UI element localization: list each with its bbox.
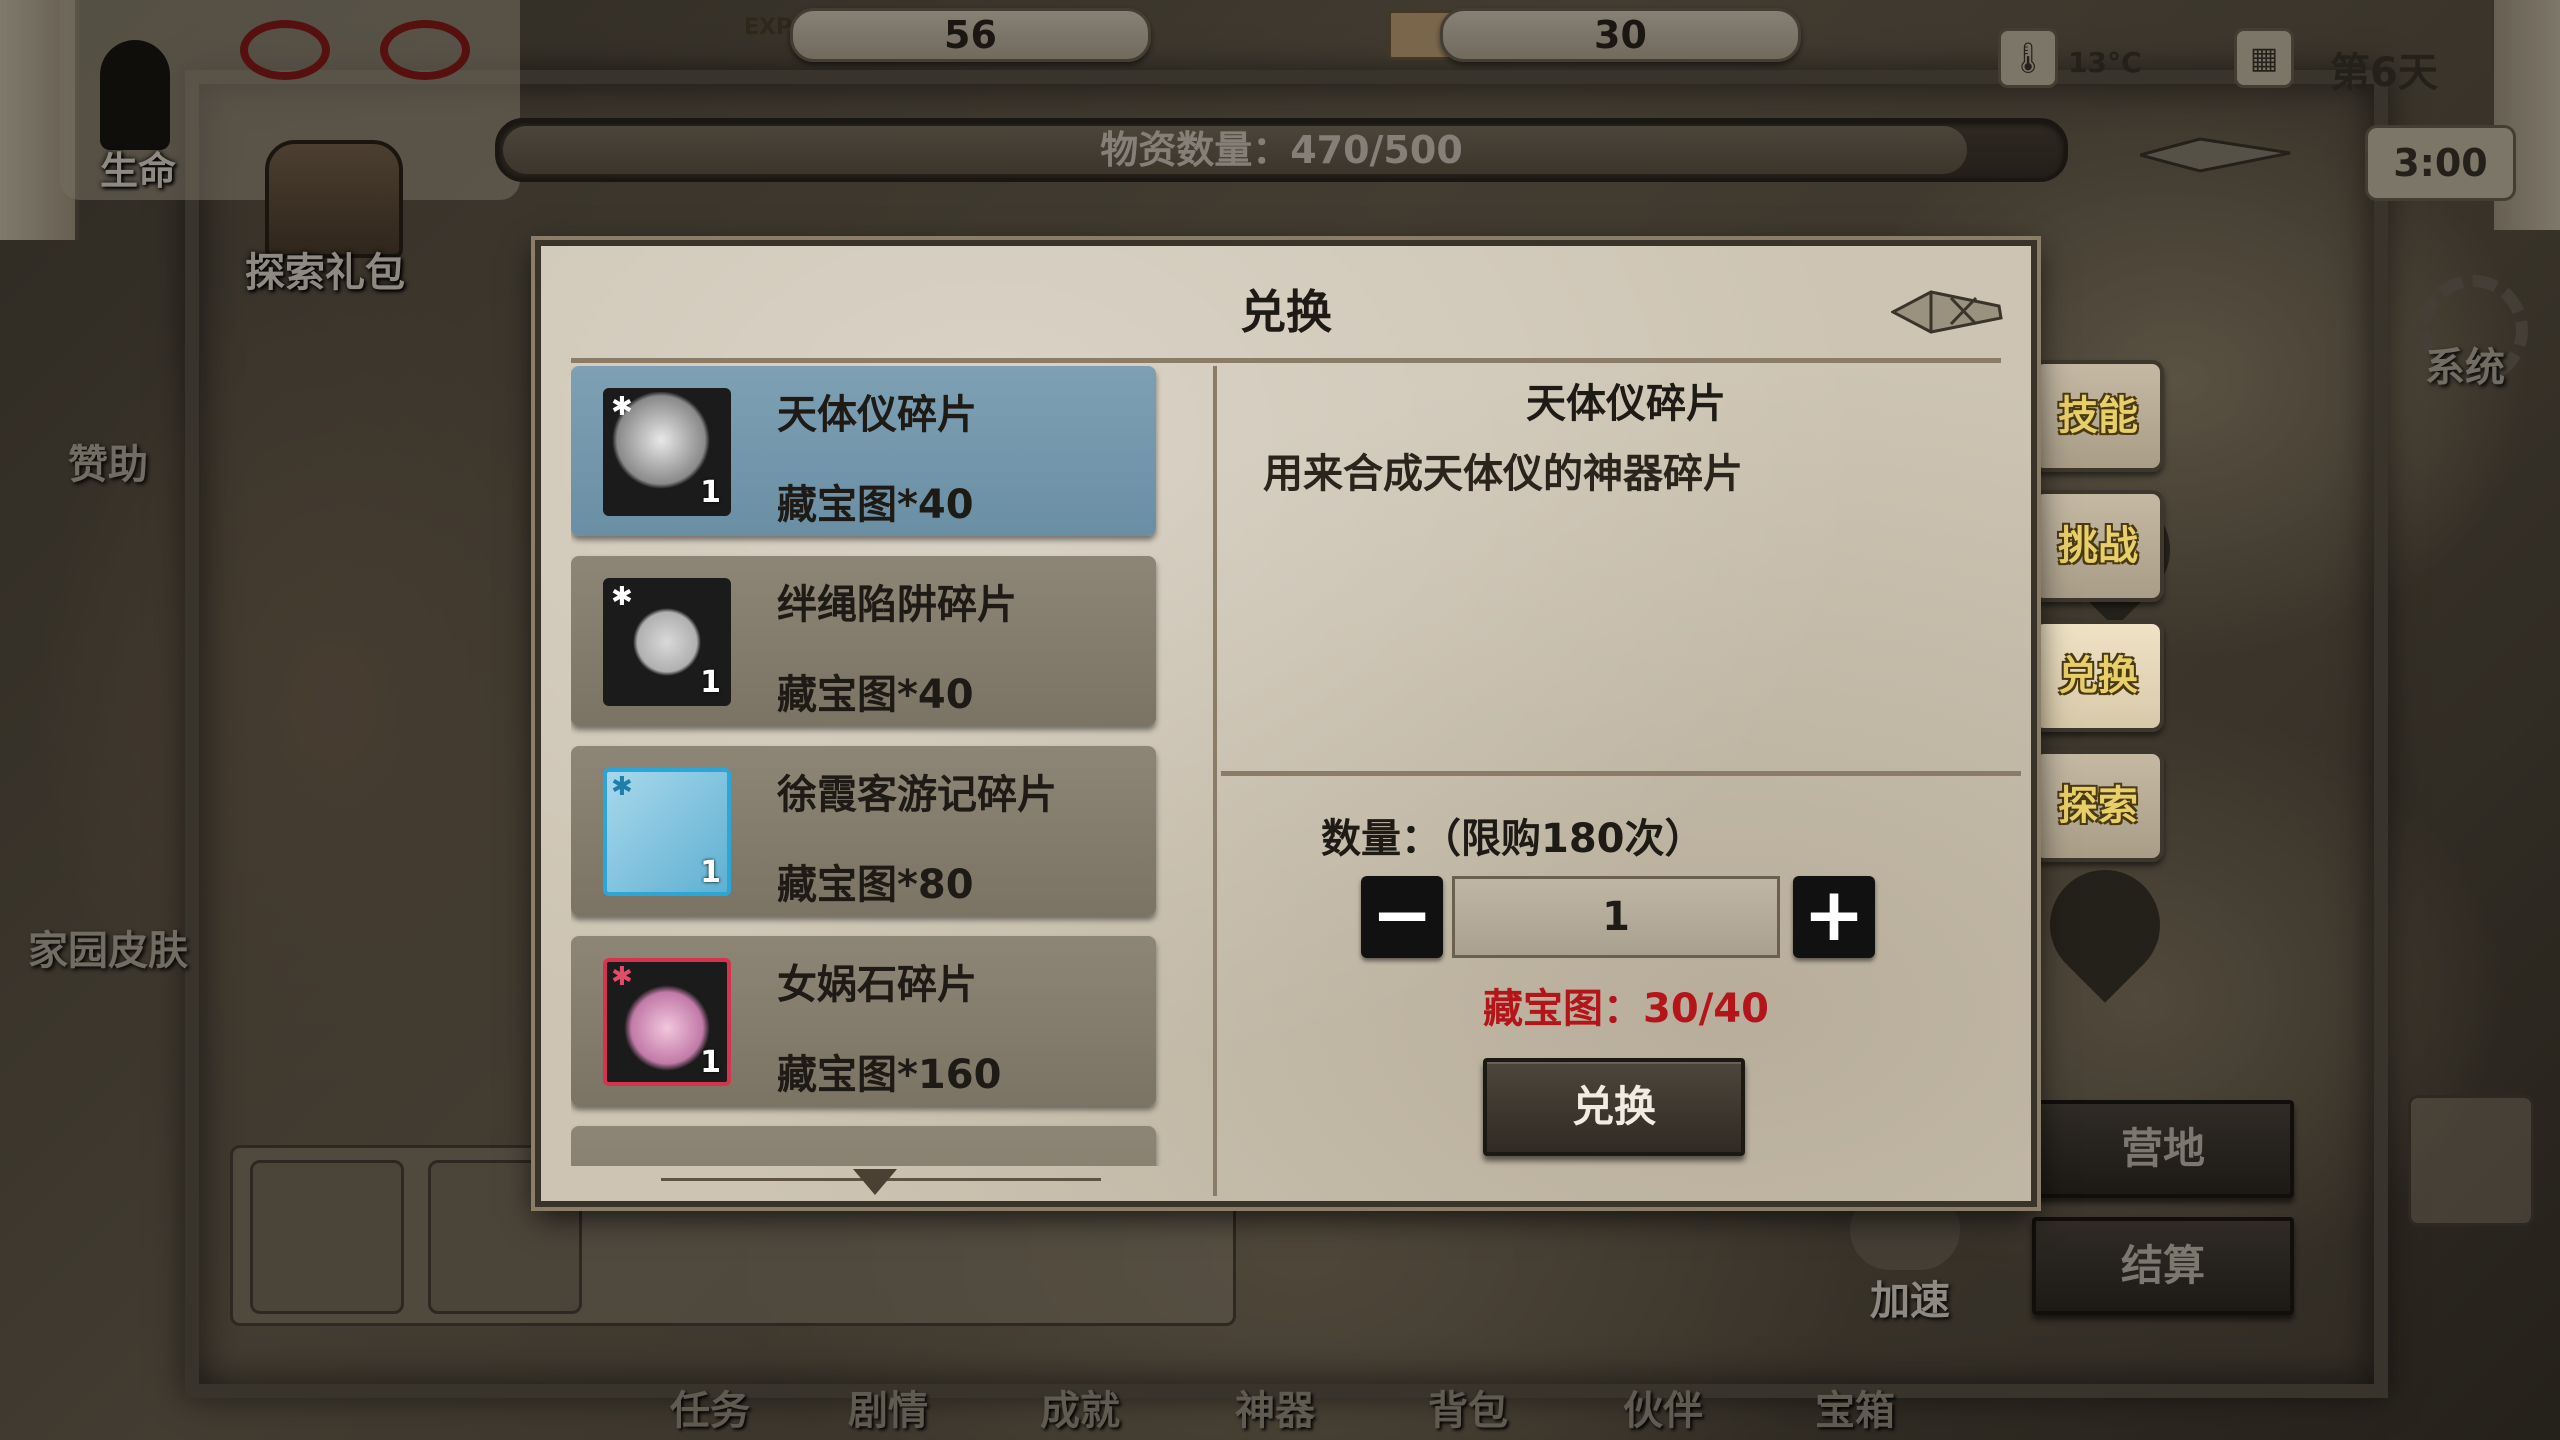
dialog-title: 兑换 [1240,285,1332,339]
tab-challenge[interactable]: 挑战 [2032,490,2164,602]
item-cost: 藏宝图*160 [777,1052,1002,1098]
minus-icon: − [1370,872,1433,958]
panel-divider [1213,366,1217,1196]
item-name: 天体仪碎片 [777,392,977,438]
tab-skills[interactable]: 技能 [2032,360,2164,472]
plus-icon: + [1802,872,1865,958]
item-qty: 1 [700,665,721,700]
list-item-rope-trap[interactable]: ✱ 1 绊绳陷阱碎片 藏宝图*40 [571,556,1156,726]
list-item-celestial-globe[interactable]: ✱ 1 天体仪碎片 藏宝图*40 [571,366,1156,536]
list-item-travel-journal[interactable]: ✱ 1 徐霞客游记碎片 藏宝图*80 [571,746,1156,916]
item-name: 徐霞客游记碎片 [777,772,1057,818]
nuwa-stone-icon: ✱ 1 [603,958,731,1086]
exchange-item-list[interactable]: ✱ 1 天体仪碎片 藏宝图*40 ✱ 1 绊绳陷阱碎片 藏宝图*40 ✱ 1 徐… [571,366,1171,1166]
item-cost: 藏宝图*40 [777,482,974,528]
title-divider [571,358,2001,363]
exchange-button[interactable]: 兑换 [1483,1058,1745,1156]
celestial-globe-icon: ✱ 1 [603,388,731,516]
rope-trap-icon: ✱ 1 [603,578,731,706]
tab-explore[interactable]: 探索 [2032,750,2164,862]
item-cost: 藏宝图*80 [777,862,974,908]
detail-divider [1221,771,2021,776]
increase-button[interactable]: + [1793,876,1875,958]
detail-item-name: 天体仪碎片 [1526,381,1726,427]
fragment-star-icon: ✱ [611,962,633,992]
item-cost: 藏宝图*40 [777,672,974,718]
cost-status: 藏宝图：30/40 [1483,986,1769,1032]
close-arrow-icon[interactable] [1889,284,2006,339]
list-item-nuwa-stone[interactable]: ✱ 1 女娲石碎片 藏宝图*160 [571,936,1156,1106]
quantity-input[interactable]: 1 [1452,876,1780,958]
item-qty: 1 [700,475,721,510]
detail-item-description: 用来合成天体仪的神器碎片 [1263,451,1743,497]
item-name: 绊绳陷阱碎片 [777,582,1017,628]
decrease-button[interactable]: − [1361,876,1443,958]
list-item-partial[interactable] [571,1126,1156,1166]
quantity-label: 数量：（限购180次） [1321,816,1705,862]
scroll-down-arrow-icon[interactable] [853,1169,897,1195]
item-qty: 1 [700,1045,721,1080]
fragment-star-icon: ✱ [611,582,633,612]
travel-journal-icon: ✱ 1 [603,768,731,896]
fragment-star-icon: ✱ [611,392,633,422]
fragment-star-icon: ✱ [611,772,633,802]
item-qty: 1 [700,855,721,890]
item-name: 女娲石碎片 [777,962,977,1008]
tab-exchange[interactable]: 兑换 [2032,620,2164,732]
exchange-dialog: 兑换 ✱ 1 天体仪碎片 藏宝图*40 ✱ 1 绊绳陷阱碎片 藏宝图*40 ✱ … [535,240,2037,1207]
